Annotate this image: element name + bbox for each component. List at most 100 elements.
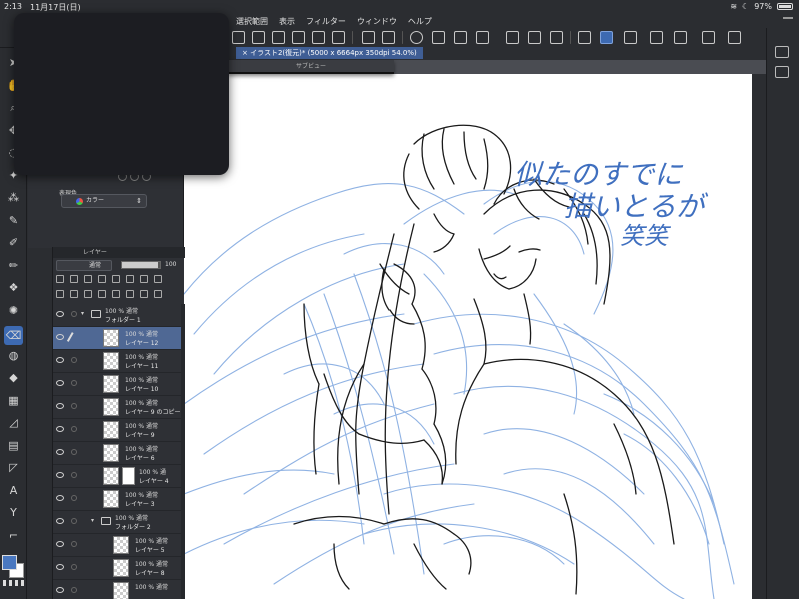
transparent-color-toggle[interactable] xyxy=(3,580,25,586)
layer-row[interactable]: 100 % 通常 レイヤー 12 xyxy=(53,327,181,350)
expression-color-select[interactable]: カラー ⇕ xyxy=(61,194,147,208)
decoration-icon[interactable]: ✺ xyxy=(7,304,20,317)
brush-icon[interactable]: ✐ xyxy=(7,236,20,249)
command-stabilizer-icon[interactable] xyxy=(600,31,613,44)
command-expand-icon[interactable] xyxy=(528,31,541,44)
ruler-icon[interactable]: ◸ xyxy=(7,461,20,474)
lock-icon[interactable] xyxy=(98,275,106,283)
command-invert-icon[interactable] xyxy=(506,31,519,44)
layer-row[interactable]: 100 % 通常 レイヤー 3 xyxy=(53,488,181,511)
main-color-swatch[interactable] xyxy=(2,555,17,570)
add-mask-icon[interactable] xyxy=(126,290,134,298)
document-tab[interactable]: × イラスト2(復元)* (5000 x 6664px 350dpi 54.0%… xyxy=(236,47,423,59)
airbrush-icon[interactable]: ❖ xyxy=(7,281,20,294)
opacity-slider[interactable] xyxy=(121,261,161,269)
menu-item[interactable]: 選択範囲 xyxy=(236,16,268,27)
command-3d-icon[interactable] xyxy=(650,31,663,44)
layer-row[interactable]: 100 % 通常 レイヤー 5 xyxy=(53,534,181,557)
folder-caret-icon[interactable]: ▾ xyxy=(81,310,84,317)
new-raster-icon[interactable] xyxy=(56,290,64,298)
command-crop-icon[interactable] xyxy=(476,31,489,44)
eyedropper-icon[interactable]: ⁂ xyxy=(7,191,20,204)
command-fullscreen-icon[interactable] xyxy=(728,31,741,44)
visibility-eye-icon[interactable] xyxy=(56,472,64,478)
command-fill-icon[interactable] xyxy=(454,31,467,44)
balloon-icon[interactable]: Y xyxy=(7,506,20,519)
layer-row[interactable]: 100 % 通常 レイヤー 10 xyxy=(53,373,181,396)
visibility-eye-icon[interactable] xyxy=(56,449,64,455)
layer-row[interactable]: 100 % 通常 レイヤー 6 xyxy=(53,442,181,465)
layer-lock-icon[interactable] xyxy=(71,357,77,363)
visibility-eye-icon[interactable] xyxy=(56,495,64,501)
gradient-icon[interactable]: ▦ xyxy=(7,394,20,407)
pencil-icon[interactable]: ✏ xyxy=(7,259,20,272)
layer-lock-icon[interactable] xyxy=(71,403,77,409)
mask-icon[interactable] xyxy=(126,275,134,283)
subview-panel[interactable]: サブビュー xyxy=(228,60,394,74)
command-save-icon[interactable] xyxy=(252,31,265,44)
draft-icon[interactable] xyxy=(84,275,92,283)
command-select-icon[interactable] xyxy=(410,31,423,44)
layer-row[interactable]: 100 % 通常 レイヤー 9 のコピー xyxy=(53,396,181,419)
layer-lock-icon[interactable] xyxy=(71,541,77,547)
layer-lock-icon[interactable] xyxy=(71,426,77,432)
layer-folder-row[interactable]: ▾ 100 % 通常 フォルダー 2 xyxy=(53,511,181,534)
layer-lock-icon[interactable] xyxy=(71,472,77,478)
layer-lock-icon[interactable] xyxy=(71,587,77,593)
panel-toggle-icon[interactable] xyxy=(775,46,789,58)
layer-row[interactable]: 100 % 通常 レイヤー 9 xyxy=(53,419,181,442)
visibility-eye-icon[interactable] xyxy=(56,380,64,386)
merge-icon[interactable] xyxy=(112,290,120,298)
command-clear-icon[interactable] xyxy=(312,31,325,44)
new-vector-icon[interactable] xyxy=(70,290,78,298)
correct-line-icon[interactable]: ⌐ xyxy=(7,529,20,542)
layer-lock-icon[interactable] xyxy=(71,518,77,524)
visibility-eye-icon[interactable] xyxy=(56,587,64,593)
visibility-eye-icon[interactable] xyxy=(56,541,64,547)
text-icon[interactable]: A xyxy=(7,484,20,497)
canvas-paper[interactable]: 似たのすでに 描いとるが 笑笑 xyxy=(184,74,766,599)
layer-row[interactable]: 100 % 通常 レイヤー 8 xyxy=(53,557,181,580)
menu-item[interactable]: ウィンドウ xyxy=(357,16,397,27)
pen-icon[interactable]: ✎ xyxy=(7,214,20,227)
folder-caret-icon[interactable]: ▾ xyxy=(91,517,94,524)
visibility-eye-icon[interactable] xyxy=(56,357,64,363)
clip-icon[interactable] xyxy=(56,275,64,283)
command-shrink-icon[interactable] xyxy=(550,31,563,44)
popup-overlay[interactable] xyxy=(14,13,229,175)
visibility-eye-icon[interactable] xyxy=(56,518,64,524)
trash-icon[interactable] xyxy=(154,290,162,298)
layer-scrollbar[interactable] xyxy=(181,304,185,599)
layer-lock-icon[interactable] xyxy=(71,380,77,386)
menu-item[interactable]: 表示 xyxy=(279,16,295,27)
lock-transparent-icon[interactable] xyxy=(112,275,120,283)
canvas-area[interactable]: 似たのすでに 描いとるが 笑笑 xyxy=(184,60,766,599)
layer-folder-row[interactable]: ▾ 100 % 通常 フォルダー 1 xyxy=(53,304,181,327)
visibility-eye-icon[interactable] xyxy=(56,311,64,317)
command-print-icon[interactable] xyxy=(292,31,305,44)
color-icon[interactable] xyxy=(154,275,162,283)
menu-item[interactable]: ヘルプ xyxy=(408,16,432,27)
command-help-icon[interactable] xyxy=(674,31,687,44)
command-transform-icon[interactable] xyxy=(332,31,345,44)
menu-item[interactable]: フィルター xyxy=(306,16,346,27)
layer-lock-icon[interactable] xyxy=(71,449,77,455)
command-device-icon[interactable] xyxy=(702,31,715,44)
canvas-scrollbar[interactable] xyxy=(752,74,766,599)
command-snap-icon[interactable] xyxy=(624,31,637,44)
reference-icon[interactable] xyxy=(70,275,78,283)
layer-row[interactable]: 100 % 通常 レイヤー 11 xyxy=(53,350,181,373)
visibility-eye-icon[interactable] xyxy=(56,334,64,340)
blend-mode-select[interactable]: 通常 xyxy=(56,260,112,271)
eraser-icon[interactable]: ⌫ xyxy=(4,326,23,345)
panel-navigator-icon[interactable] xyxy=(775,66,789,78)
layer-lock-icon[interactable] xyxy=(71,564,77,570)
transfer-icon[interactable] xyxy=(98,290,106,298)
blend-icon[interactable]: ◍ xyxy=(7,349,20,362)
visibility-eye-icon[interactable] xyxy=(56,426,64,432)
undo-icon[interactable] xyxy=(362,31,375,44)
layer-lock-icon[interactable] xyxy=(71,495,77,501)
apply-mask-icon[interactable] xyxy=(140,290,148,298)
command-deselect-icon[interactable] xyxy=(432,31,445,44)
layer-row[interactable]: 100 % 通常 xyxy=(53,580,181,599)
